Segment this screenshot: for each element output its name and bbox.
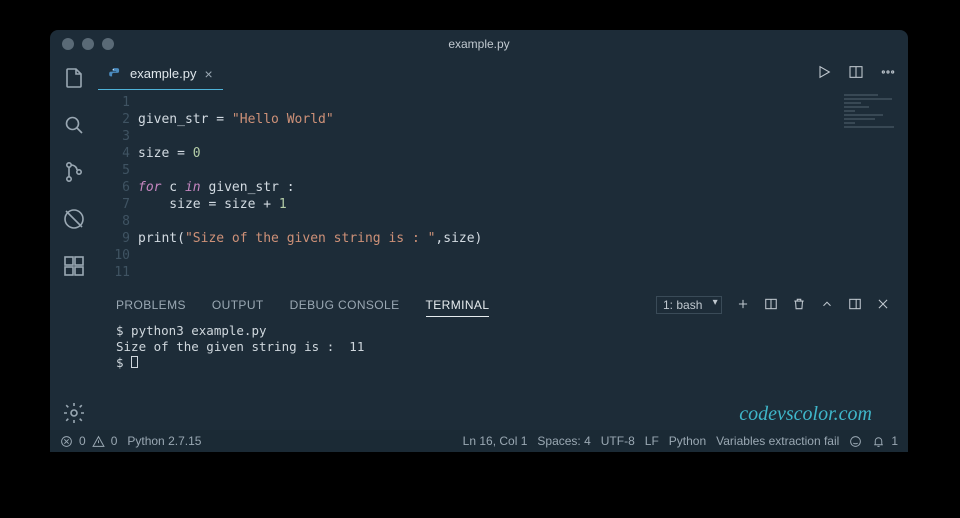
status-cursor-position[interactable]: Ln 16, Col 1	[463, 434, 528, 448]
kill-terminal-icon[interactable]	[792, 297, 806, 314]
python-file-icon	[108, 67, 122, 81]
terminal-line: Size of the given string is : 11	[116, 339, 364, 354]
status-problems[interactable]: 0 0	[60, 434, 117, 448]
split-terminal-icon[interactable]	[764, 297, 778, 314]
status-feedback-icon[interactable]	[849, 435, 862, 448]
panel-tab-problems[interactable]: PROBLEMS	[116, 298, 186, 312]
titlebar: example.py	[50, 30, 908, 58]
terminal-prompt: $	[116, 355, 131, 370]
terminal-line: $ python3 example.py	[116, 323, 267, 338]
run-icon[interactable]	[816, 64, 832, 85]
explorer-icon[interactable]	[62, 66, 86, 95]
code-area[interactable]: given_str = "Hello World" size = 0 for c…	[138, 94, 482, 281]
editor-window: example.py example.py ×	[50, 30, 908, 452]
extensions-icon[interactable]	[62, 254, 86, 283]
debug-icon[interactable]	[62, 207, 86, 236]
terminal-selector[interactable]: 1: bash	[656, 296, 722, 314]
toggle-panel-icon[interactable]	[848, 297, 862, 314]
editor[interactable]: 1234567891011 given_str = "Hello World" …	[98, 90, 908, 289]
status-eol[interactable]: LF	[645, 434, 659, 448]
new-terminal-icon[interactable]	[736, 297, 750, 314]
watermark: codevscolor.com	[739, 403, 872, 426]
tab-close-icon[interactable]: ×	[204, 66, 212, 82]
panel-tab-output[interactable]: OUTPUT	[212, 298, 264, 312]
line-gutter: 1234567891011	[98, 94, 138, 281]
settings-gear-icon[interactable]	[62, 401, 86, 430]
status-extension-msg[interactable]: Variables extraction fail	[716, 434, 839, 448]
status-indentation[interactable]: Spaces: 4	[537, 434, 590, 448]
window-title: example.py	[50, 37, 908, 51]
status-encoding[interactable]: UTF-8	[601, 434, 635, 448]
status-bar: 0 0 Python 2.7.15 Ln 16, Col 1 Spaces: 4…	[50, 430, 908, 452]
status-notifications[interactable]: 1	[872, 434, 898, 448]
search-icon[interactable]	[62, 113, 86, 142]
split-editor-icon[interactable]	[848, 64, 864, 85]
panel-tab-debug[interactable]: DEBUG CONSOLE	[290, 298, 400, 312]
maximize-panel-icon[interactable]	[820, 297, 834, 314]
tab-filename: example.py	[130, 66, 196, 81]
source-control-icon[interactable]	[62, 160, 86, 189]
status-python-version[interactable]: Python 2.7.15	[127, 434, 201, 448]
tab-bar: example.py ×	[98, 58, 908, 90]
more-actions-icon[interactable]	[880, 64, 896, 85]
close-panel-icon[interactable]	[876, 297, 890, 314]
status-language[interactable]: Python	[669, 434, 706, 448]
panel-tab-terminal[interactable]: TERMINAL	[426, 298, 490, 317]
terminal-cursor	[131, 356, 138, 368]
tab-example-py[interactable]: example.py ×	[98, 58, 223, 90]
minimap[interactable]	[844, 94, 900, 164]
activity-bar	[50, 58, 98, 430]
